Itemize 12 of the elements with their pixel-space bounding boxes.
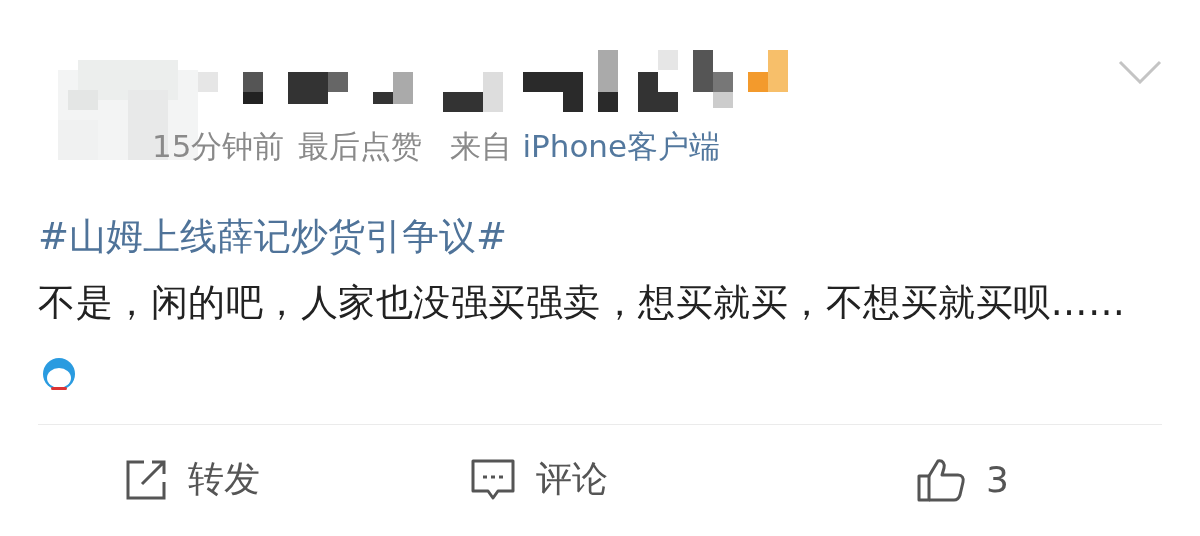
emoji-icon xyxy=(42,357,76,391)
comment-button[interactable]: 评论 xyxy=(536,455,608,504)
post-text: 不是，闲的吧，人家也没强买强卖，想买就买，不想买就买呗…… xyxy=(38,281,1126,324)
topic-link[interactable]: #山姆上线薛记炒货引争议# xyxy=(38,210,507,264)
meta-text: 最后点赞 xyxy=(298,127,423,166)
meta-text: 15分钟前 xyxy=(152,127,285,166)
comment-icon[interactable] xyxy=(470,457,516,502)
like-button[interactable]: 3 xyxy=(986,459,1009,500)
thumbs-up-icon[interactable] xyxy=(916,456,966,503)
meta-text: 来自 xyxy=(450,127,513,166)
source-link[interactable]: iPhone客户端 xyxy=(522,126,721,168)
repost-button[interactable]: 转发 xyxy=(188,455,260,504)
